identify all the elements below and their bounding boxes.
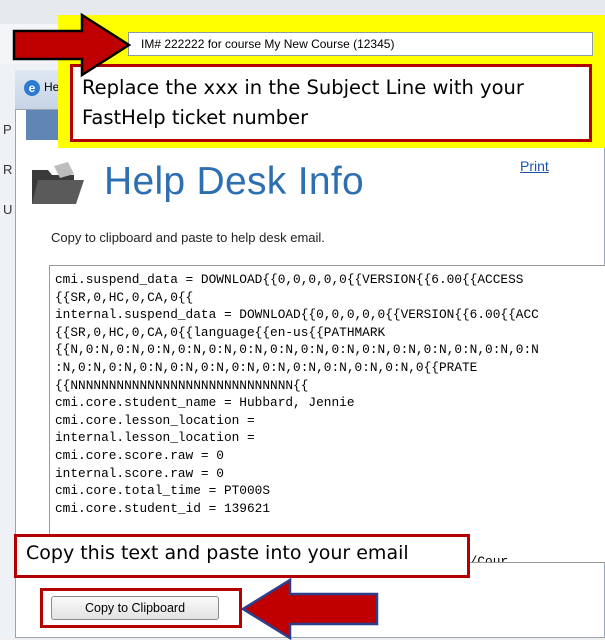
instruction-text: Copy to clipboard and paste to help desk…: [51, 230, 325, 245]
browser-icon: e: [24, 80, 40, 96]
page-title: Help Desk Info: [104, 160, 364, 203]
side-label: U: [3, 202, 13, 217]
folder-icon: [32, 162, 84, 204]
subject-input-highlighted[interactable]: IM# 222222 for course My New Course (123…: [128, 32, 593, 56]
right-arrow-icon: [12, 12, 132, 78]
button-highlight-frame: [40, 588, 242, 628]
top-callout-text: Replace the xxx in the Subject Line with…: [82, 76, 524, 129]
print-link[interactable]: Print: [520, 158, 549, 174]
side-label: R: [3, 162, 13, 177]
diagnostic-textarea[interactable]: cmi.suspend_data = DOWNLOAD{{0,0,0,0,0{{…: [49, 265, 605, 563]
email-side-labels: P R U: [3, 110, 12, 230]
bottom-callout-text: Copy this text and paste into your email: [26, 542, 409, 564]
left-arrow-icon: [240, 578, 379, 640]
side-label: P: [3, 122, 12, 137]
diagnostic-text: cmi.suspend_data = DOWNLOAD{{0,0,0,0,0{{…: [55, 272, 539, 562]
